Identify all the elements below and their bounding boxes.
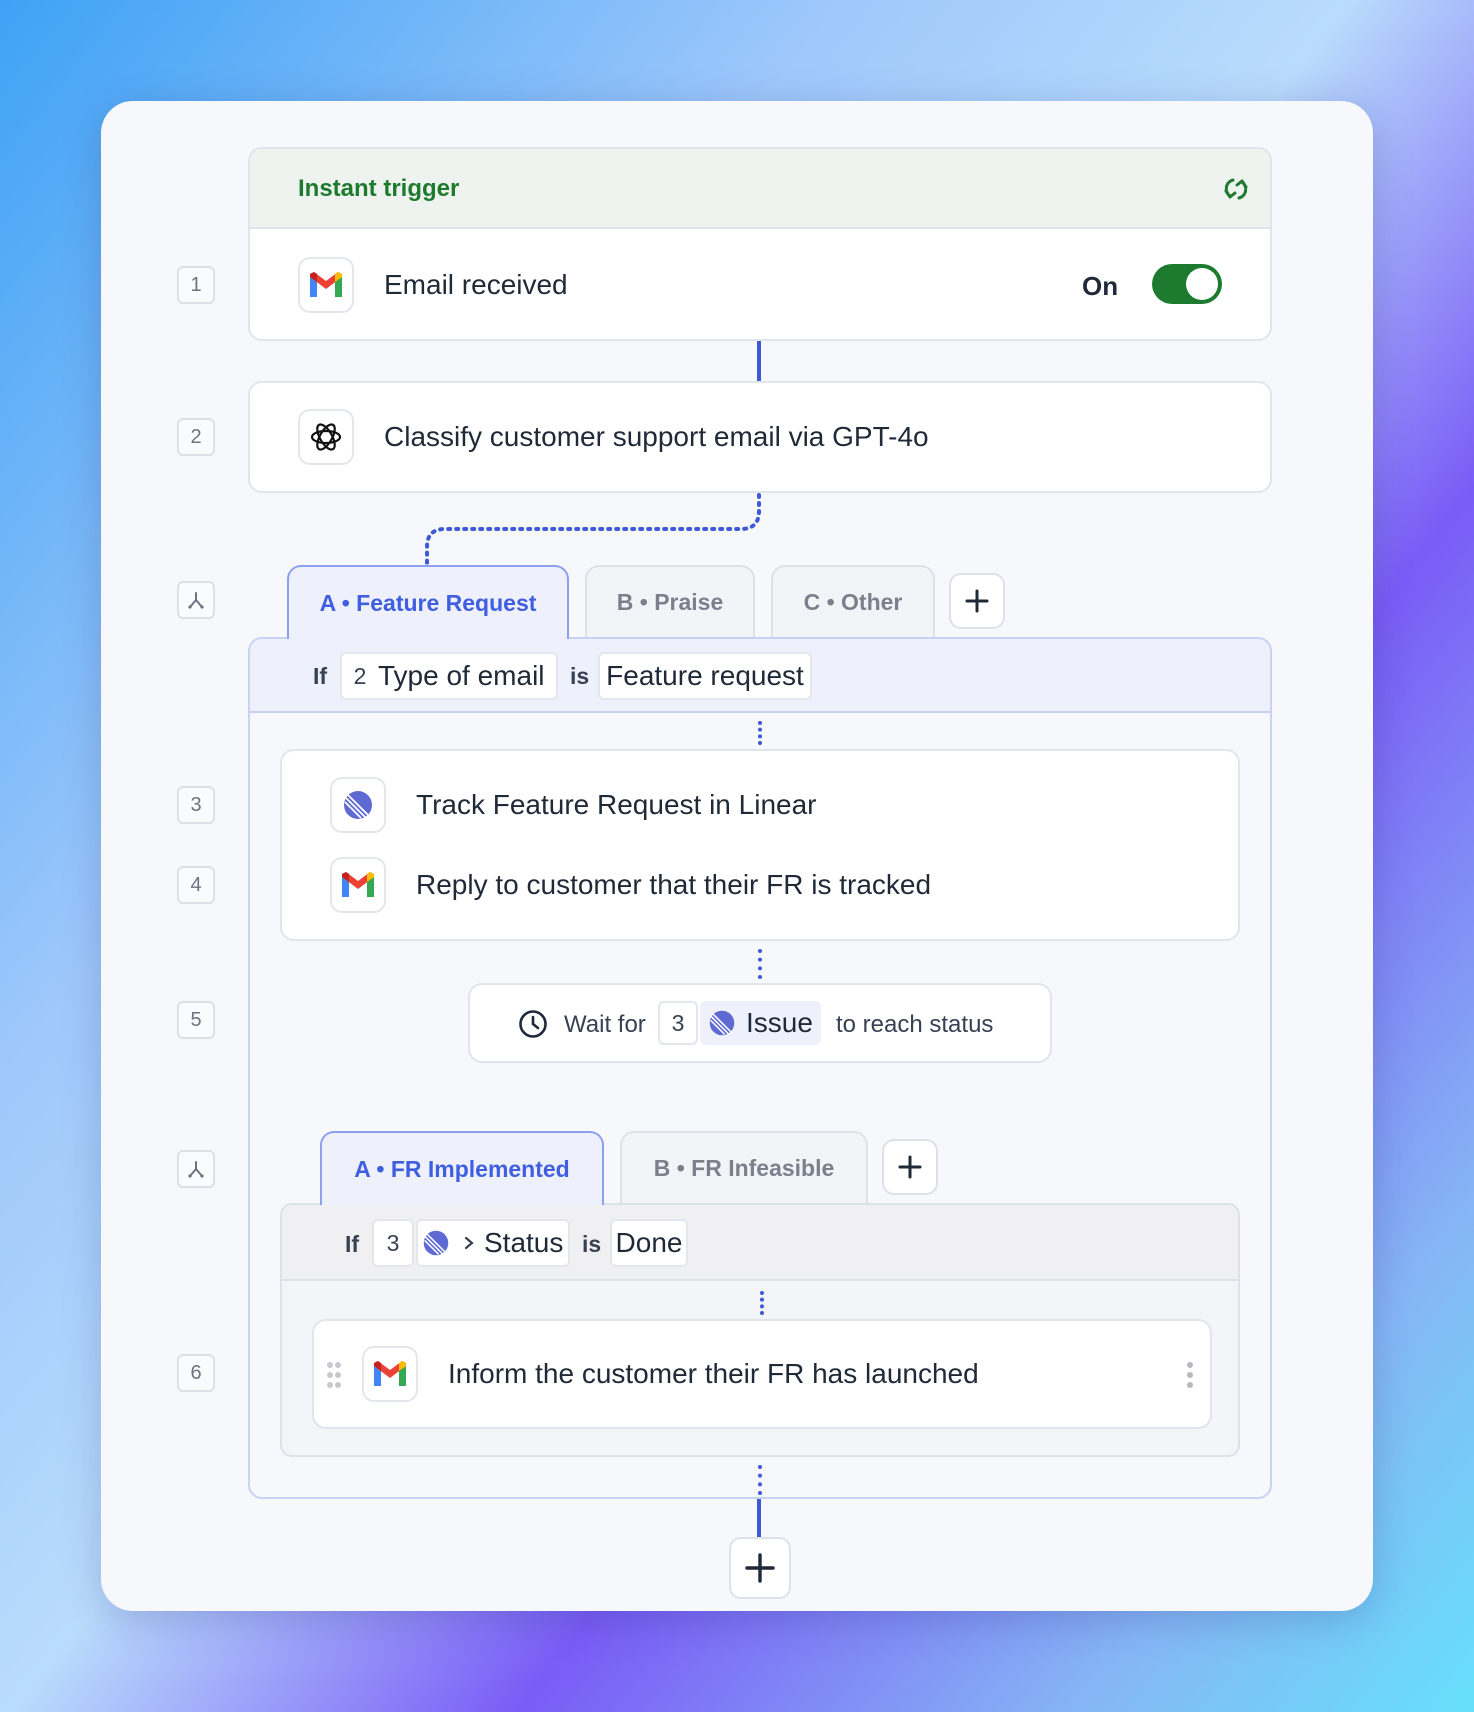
connector-line	[757, 1499, 761, 1539]
step-ref-number: 3	[386, 1229, 400, 1256]
condition-value-chip[interactable]: Done	[610, 1219, 688, 1267]
step-number: 5	[177, 1001, 215, 1039]
plus-icon	[965, 589, 989, 613]
is-keyword: is	[570, 663, 590, 689]
step-ref-chip[interactable]: 3	[372, 1219, 414, 1267]
branch-icon	[188, 592, 204, 609]
connector-dots	[758, 1465, 762, 1495]
issue-label: Issue	[746, 1007, 813, 1038]
wait-prefix: Wait for	[564, 1011, 646, 1038]
add-branch-button[interactable]	[949, 573, 1005, 629]
field-chip[interactable]: Status	[416, 1219, 570, 1267]
tab-fr-implemented[interactable]: A • FR Implemented	[320, 1131, 604, 1205]
if-keyword: If	[345, 1231, 360, 1257]
condition-bar: If 2 Type of email is Feature request	[250, 639, 1270, 713]
step-number: 4	[177, 866, 215, 904]
gmail-icon	[342, 872, 374, 897]
connector-dots	[758, 721, 762, 745]
branch-step-number	[177, 1150, 215, 1188]
connector-dots	[758, 949, 762, 979]
gmail-icon-box	[362, 1346, 418, 1402]
if-keyword: If	[313, 663, 328, 689]
drag-handle-icon[interactable]	[326, 1361, 342, 1389]
step-label: Inform the customer their FR has launche…	[448, 1358, 979, 1389]
add-step-button[interactable]	[729, 1537, 791, 1599]
step-ref-chip[interactable]: 2 Type of email	[340, 652, 558, 700]
more-vertical-icon[interactable]	[1186, 1361, 1194, 1389]
add-branch-button[interactable]	[882, 1139, 938, 1195]
branch-step-number	[177, 581, 215, 619]
tab-feature-request[interactable]: A • Feature Request	[287, 565, 569, 639]
linear-icon	[423, 1230, 449, 1256]
connector-dots	[760, 1291, 764, 1315]
step-label[interactable]: Reply to customer that their FR is track…	[416, 869, 931, 901]
step-number: 3	[177, 786, 215, 824]
gmail-icon	[374, 1361, 406, 1386]
step-ref-number: 2	[353, 662, 367, 689]
tab-fr-infeasible[interactable]: B • FR Infeasible	[620, 1131, 868, 1203]
workflow-card: Instant trigger Email received On 1 Clas…	[101, 101, 1373, 1611]
linear-icon	[709, 1010, 735, 1036]
grouped-steps-card: Track Feature Request in Linear Reply to…	[280, 749, 1240, 941]
wait-suffix: to reach status	[836, 1011, 994, 1038]
step-number: 6	[177, 1354, 215, 1392]
issue-pill: Issue	[700, 1001, 821, 1045]
branch-icon	[188, 1161, 204, 1178]
clock-icon	[519, 1010, 547, 1038]
wait-step-card[interactable]: Wait for 3 Issue to reach status	[468, 983, 1052, 1063]
plus-icon	[745, 1553, 775, 1583]
field-name: Status	[484, 1227, 564, 1258]
step-ref-chip[interactable]: 3 Issue	[658, 999, 828, 1047]
field-name: Type of email	[378, 660, 545, 691]
condition-value-chip[interactable]: Feature request	[598, 652, 812, 700]
gmail-icon-box	[330, 857, 386, 913]
step-card-inform[interactable]: Inform the customer their FR has launche…	[312, 1319, 1212, 1429]
is-keyword: is	[582, 1231, 602, 1257]
tab-praise[interactable]: B • Praise	[585, 565, 755, 637]
nested-branch-container: If 3 Status is Done Inform the customer …	[280, 1203, 1240, 1457]
tab-other[interactable]: C • Other	[771, 565, 935, 637]
linear-icon-box	[330, 777, 386, 833]
chevron-right-icon	[464, 1236, 474, 1250]
step-ref-number: 3	[658, 1001, 698, 1045]
plus-icon	[898, 1155, 922, 1179]
branch-container: If 2 Type of email is Feature request Tr…	[248, 637, 1272, 1499]
step-label[interactable]: Track Feature Request in Linear	[416, 789, 817, 821]
condition-bar: If 3 Status is Done	[282, 1205, 1238, 1281]
linear-icon	[344, 791, 372, 819]
